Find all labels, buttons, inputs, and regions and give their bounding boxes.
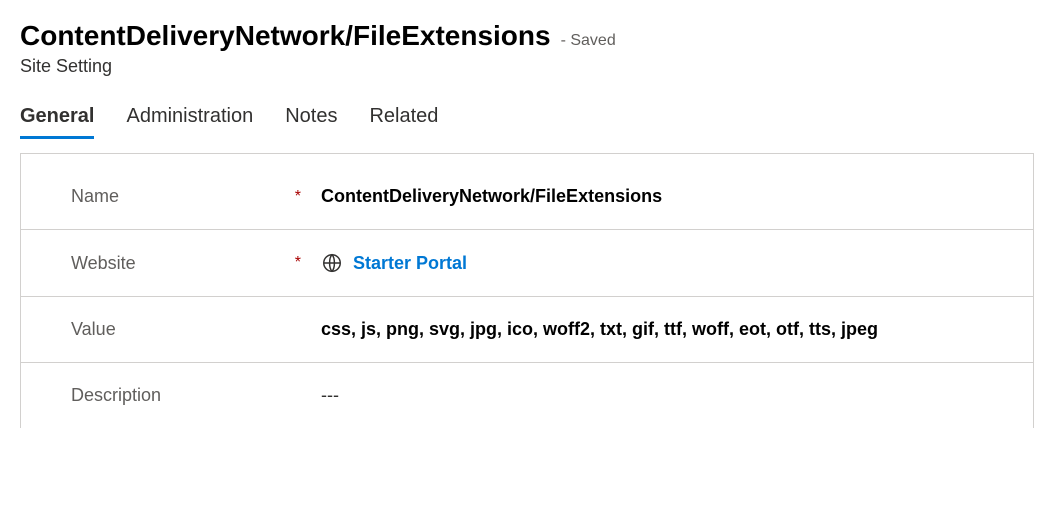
website-label: Website [71,253,136,274]
description-label: Description [71,385,161,406]
required-indicator: * [295,254,301,272]
form-panel: Name * ContentDeliveryNetwork/FileExtens… [20,153,1034,428]
tab-general[interactable]: General [20,105,94,139]
field-row-description: Description --- [21,363,1033,428]
tab-administration[interactable]: Administration [126,105,253,139]
entity-type-label: Site Setting [20,56,1034,77]
field-row-website: Website * Starter Portal [21,230,1033,297]
tab-strip: General Administration Notes Related [20,105,1034,139]
field-label-cell: Description [71,385,321,406]
required-indicator: * [295,188,301,206]
name-label: Name [71,186,119,207]
value-field[interactable]: css, js, png, svg, jpg, ico, woff2, txt,… [321,319,1033,340]
description-field[interactable]: --- [321,385,1033,406]
value-label: Value [71,319,116,340]
name-value: ContentDeliveryNetwork/FileExtensions [321,186,662,207]
name-field[interactable]: ContentDeliveryNetwork/FileExtensions [321,186,1033,207]
page-header: ContentDeliveryNetwork/FileExtensions - … [20,20,1034,77]
value-value: css, js, png, svg, jpg, ico, woff2, txt,… [321,319,878,340]
website-field[interactable]: Starter Portal [321,252,1033,274]
field-row-value: Value css, js, png, svg, jpg, ico, woff2… [21,297,1033,363]
field-label-cell: Name * [71,186,321,207]
title-row: ContentDeliveryNetwork/FileExtensions - … [20,20,1034,52]
field-label-cell: Value [71,319,321,340]
field-label-cell: Website * [71,253,321,274]
field-row-name: Name * ContentDeliveryNetwork/FileExtens… [21,164,1033,230]
page-title: ContentDeliveryNetwork/FileExtensions [20,20,551,52]
tab-notes[interactable]: Notes [285,105,337,139]
description-value: --- [321,385,339,406]
website-lookup-link[interactable]: Starter Portal [353,253,467,274]
tab-related[interactable]: Related [369,105,438,139]
globe-icon [321,252,343,274]
save-status: - Saved [561,32,616,50]
